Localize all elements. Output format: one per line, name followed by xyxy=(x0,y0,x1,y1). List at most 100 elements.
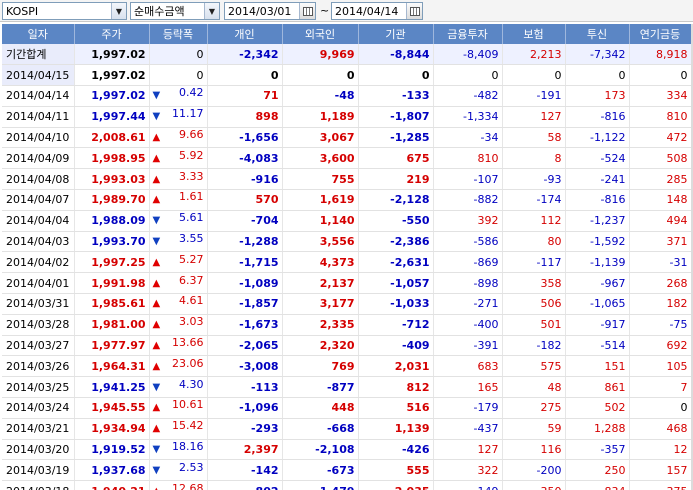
sort-select[interactable]: 순매수금액 ▼ xyxy=(130,2,220,20)
cell-insurance: 112 xyxy=(502,210,566,232)
triangle-up-icon: ▲ xyxy=(152,173,161,185)
table-row[interactable]: 2014/04/10 2,008.61 ▲ 9.66 -1,656 3,067 -1,285… xyxy=(2,127,692,149)
cell-price: 1,991.98 xyxy=(74,272,150,295)
header-col-insurance[interactable]: 보험 xyxy=(502,24,566,44)
cell-change: ▲ 23.06 xyxy=(149,355,208,378)
cell-institution: 219 xyxy=(358,168,434,191)
table-row[interactable]: 2014/03/19 1,937.68 ▼ 2.53 -142 -673 555 322 -20… xyxy=(2,459,692,482)
cell-investment-trust: -1,592 xyxy=(565,231,630,253)
cell-investment-trust: -917 xyxy=(565,314,630,336)
cell-foreign: 2,137 xyxy=(282,272,359,295)
cell-change-value: 3.03 xyxy=(179,315,204,329)
table-row[interactable]: 2014/03/28 1,981.00 ▲ 3.03 -1,673 2,335 -712 -4… xyxy=(2,314,692,336)
header-col-pension[interactable]: 연기금등 xyxy=(629,24,692,44)
cell-individual: -142 xyxy=(207,459,283,482)
header-col-financial-investment[interactable]: 금융투자 xyxy=(432,24,503,44)
cell-pension: 494 xyxy=(629,210,692,232)
triangle-down-icon: ▼ xyxy=(152,215,161,227)
table-row[interactable]: 2014/04/11 1,997.44 ▼ 11.17 898 1,189 -1,807 -1… xyxy=(2,106,692,128)
table-row[interactable]: 2014/03/26 1,964.31 ▲ 23.06 -3,008 769 2,031 68… xyxy=(2,355,692,378)
cell-financial-investment: -1,334 xyxy=(432,106,503,128)
date-from-field[interactable]: 2014/03/01 xyxy=(224,2,316,20)
cell-price: 1,977.97 xyxy=(74,335,150,357)
table-row[interactable]: 2014/04/02 1,997.25 ▲ 5.27 -1,715 4,373 -2,631… xyxy=(2,251,692,274)
cell-investment-trust: -967 xyxy=(565,272,630,295)
table-row[interactable]: 2014/04/15 1,997.02 0 0 0 0 0 0 0 0 xyxy=(2,64,692,87)
summary-row[interactable]: 기간합계 1,997.02 0 -2,342 9,969 -8,844 -8,409 2,21… xyxy=(2,44,692,66)
cell-change-value: 3.33 xyxy=(179,169,204,183)
header-col-investment-trust[interactable]: 투신 xyxy=(565,24,630,44)
cell-date: 2014/03/19 xyxy=(2,459,75,482)
table-row[interactable]: 2014/03/20 1,919.52 ▼ 18.16 2,397 -2,108 -426 1… xyxy=(2,439,692,461)
cell-change: ▼ 11.17 xyxy=(149,106,208,128)
table-row[interactable]: 2014/03/27 1,977.97 ▲ 13.66 -2,065 2,320 -409-… xyxy=(2,335,692,357)
date-to-field[interactable]: 2014/04/14 xyxy=(331,2,423,20)
chevron-down-icon[interactable]: ▼ xyxy=(204,3,219,19)
table-row[interactable]: 2014/04/07 1,989.70 ▲ 1.61 570 1,619 -2,128 -88… xyxy=(2,189,692,211)
cell-price: 1,937.68 xyxy=(74,459,150,482)
cell-insurance: 80 xyxy=(502,231,566,253)
cell-institution: 812 xyxy=(358,376,434,399)
header-col-institution[interactable]: 기관 xyxy=(358,24,434,44)
header-col-individual[interactable]: 개인 xyxy=(207,24,283,44)
market-select[interactable]: KOSPI ▼ xyxy=(2,2,127,20)
table-row[interactable]: 2014/04/04 1,988.09 ▼ 5.61 -704 1,140 -550 392 1… xyxy=(2,210,692,232)
cell-financial-investment: 810 xyxy=(432,147,503,170)
cell-financial-investment: -400 xyxy=(432,314,503,336)
cell-change: ▼ 4.30 xyxy=(149,376,208,399)
cell-institution: 516 xyxy=(358,397,434,419)
cell-change-value: 6.37 xyxy=(179,273,204,287)
cell-foreign: 448 xyxy=(282,397,359,419)
cell-institution: -1,057 xyxy=(358,272,434,295)
header-col-foreign[interactable]: 외국인 xyxy=(282,24,359,44)
cell-foreign: 0 xyxy=(282,64,359,87)
header-col-change[interactable]: 등락폭 xyxy=(149,24,208,44)
table-row[interactable]: 2014/03/24 1,945.55 ▲ 10.61 -1,096 448 516 -179… xyxy=(2,397,692,419)
date-to-value: 2014/04/14 xyxy=(335,4,399,18)
triangle-down-icon: ▼ xyxy=(152,464,161,476)
header-col-price[interactable]: 주가 xyxy=(74,24,150,44)
cell-foreign: -673 xyxy=(282,459,359,482)
cell-change: ▼ 18.16 xyxy=(149,439,208,461)
table-row[interactable]: 2014/03/25 1,941.25 ▼ 4.30 -113 -877 812 165 48 8… xyxy=(2,376,692,399)
triangle-up-icon: ▲ xyxy=(152,423,161,435)
cell-insurance: 350 xyxy=(502,480,566,490)
cell-change: ▼ 2.53 xyxy=(149,459,208,482)
table-row[interactable]: 2014/03/31 1,985.61 ▲ 4.61 -1,857 3,177 -1,033… xyxy=(2,293,692,315)
table-header-row: 일자 주가 등락폭 개인 외국인 기관 금융투자 보험 투신 연기금등 xyxy=(2,24,692,44)
calendar-icon xyxy=(409,6,420,16)
table-row[interactable]: 2014/04/09 1,998.95 ▲ 5.92 -4,083 3,600 675 810… xyxy=(2,147,692,170)
cell-price: 1,997.02 xyxy=(74,85,150,107)
date-from-calendar-button[interactable] xyxy=(299,3,315,19)
cell-foreign: 3,177 xyxy=(282,293,359,315)
table-row[interactable]: 2014/04/01 1,991.98 ▲ 6.37 -1,089 2,137 -1,057… xyxy=(2,272,692,295)
cell-price: 1,919.52 xyxy=(74,439,150,461)
cell-institution: -712 xyxy=(358,314,434,336)
cell-investment-trust: -816 xyxy=(565,106,630,128)
cell-change-value: 11.17 xyxy=(172,107,204,121)
cell-pension: -31 xyxy=(629,251,692,274)
table-row[interactable]: 2014/03/181,940.21▲ 12.68-802-1,4792,035-… xyxy=(2,480,692,490)
cell-financial-investment: -437 xyxy=(432,418,503,440)
cell-change-value: 10.61 xyxy=(172,398,204,412)
triangle-down-icon: ▼ xyxy=(152,111,161,123)
cell-institution: -2,631 xyxy=(358,251,434,274)
table-row[interactable]: 2014/04/08 1,993.03 ▲ 3.33 -916 755 219 -107 -93… xyxy=(2,168,692,191)
triangle-down-icon: ▼ xyxy=(152,381,161,393)
triangle-up-icon: ▲ xyxy=(152,402,161,414)
chevron-down-icon[interactable]: ▼ xyxy=(111,3,126,19)
date-to-calendar-button[interactable] xyxy=(406,3,422,19)
cell-institution: -1,807 xyxy=(358,106,434,128)
cell-financial-investment: -34 xyxy=(432,127,503,149)
cell-investment-trust: 151 xyxy=(565,355,630,378)
table-row[interactable]: 2014/04/03 1,993.70 ▼ 3.55 -1,288 3,556 -2,386… xyxy=(2,231,692,253)
header-col-date[interactable]: 일자 xyxy=(2,24,75,44)
table-row[interactable]: 2014/04/14 1,997.02 ▼ 0.42 71 -48 -133 -482 -191… xyxy=(2,85,692,107)
cell-change-value: 5.92 xyxy=(179,148,204,162)
triangle-up-icon: ▲ xyxy=(152,340,161,352)
cell-pension: 468 xyxy=(629,418,692,440)
cell-investment-trust: -1,122 xyxy=(565,127,630,149)
table-row[interactable]: 2014/03/21 1,934.94 ▲ 15.42 -293 -668 1,139 -43… xyxy=(2,418,692,440)
triangle-up-icon: ▲ xyxy=(153,482,161,490)
cell-foreign: 3,600 xyxy=(282,147,359,170)
